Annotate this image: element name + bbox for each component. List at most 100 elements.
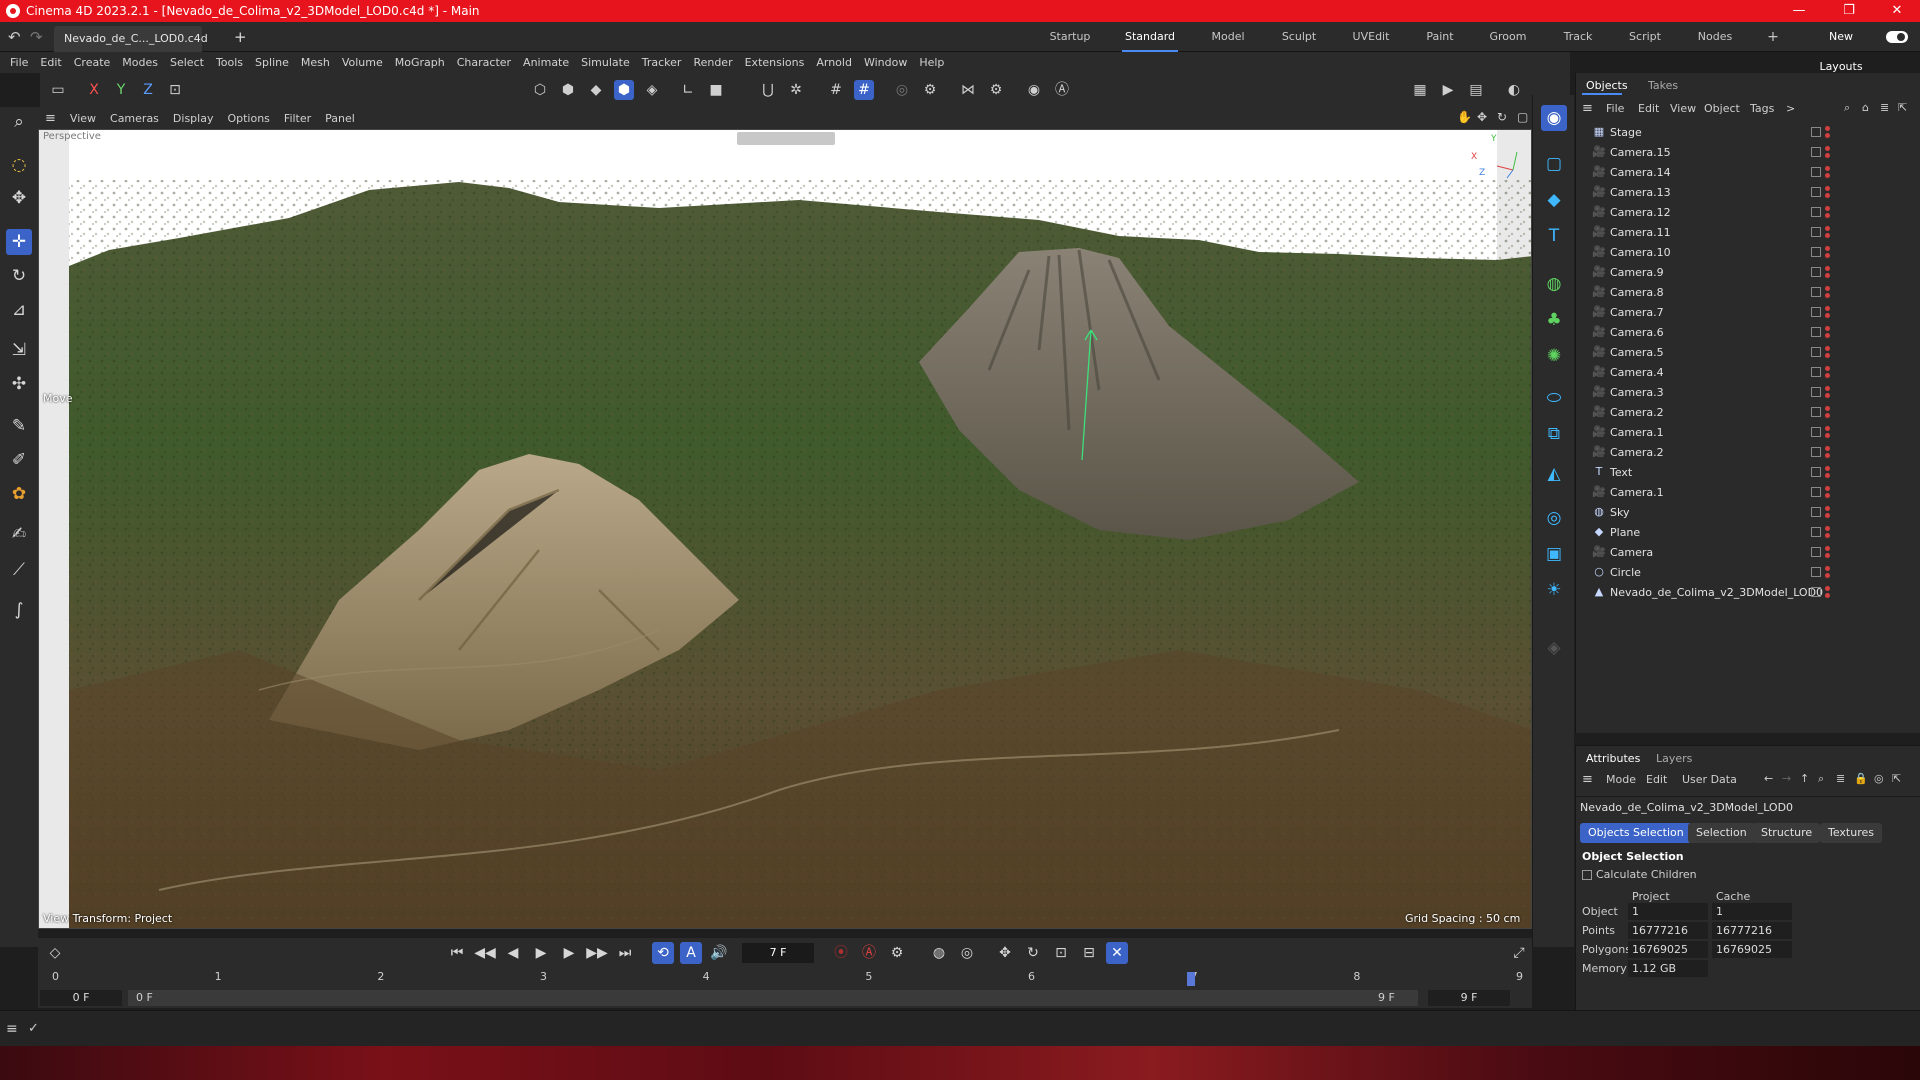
back-arrow-icon[interactable]: ←	[1764, 772, 1773, 785]
solo-mode-icon[interactable]: ■	[706, 80, 726, 100]
scale-key-icon[interactable]: ⊡	[1050, 942, 1072, 964]
objects-expand-icon[interactable]: ⇱	[1898, 101, 1907, 114]
mirror-icon[interactable]: ⋈	[958, 80, 978, 100]
environment-icon[interactable]: ◎	[1541, 505, 1567, 531]
polygons-mode-icon[interactable]: ◆	[586, 80, 606, 100]
field-icon[interactable]: ⧉	[1541, 421, 1567, 447]
render-visibility-dot[interactable]	[1825, 393, 1830, 398]
attributes-menu-edit[interactable]: Edit	[1646, 773, 1667, 786]
menu-character[interactable]: Character	[451, 56, 517, 69]
autokey-icon[interactable]: Ⓐ	[858, 942, 880, 964]
layout-tab-paint[interactable]: Paint	[1418, 22, 1462, 52]
render-visibility-dot[interactable]	[1825, 293, 1830, 298]
render-picture-viewer-icon[interactable]: ▶	[1438, 80, 1458, 100]
layout-toggle[interactable]	[1886, 31, 1908, 43]
go-to-end-icon[interactable]: ⏭	[614, 942, 636, 964]
render-visibility-dot[interactable]	[1825, 233, 1830, 238]
editor-visibility-dot[interactable]	[1825, 266, 1830, 271]
menu-select[interactable]: Select	[164, 56, 210, 69]
layer-toggle-icon[interactable]	[1811, 467, 1821, 477]
scale-tool-icon[interactable]: ⊿	[6, 297, 32, 323]
editor-visibility-dot[interactable]	[1825, 306, 1830, 311]
object-row[interactable]: 🎥 Camera.1	[1576, 423, 1920, 443]
move-tool-icon[interactable]: ✛	[6, 229, 32, 255]
object-row[interactable]: 🎥 Camera.7	[1576, 303, 1920, 323]
effector-icon[interactable]: ✺	[1541, 343, 1567, 369]
layout-tab-standard[interactable]: Standard	[1122, 22, 1178, 52]
objects-menu-tags[interactable]: Tags	[1750, 102, 1774, 115]
layout-tab-sculpt[interactable]: Sculpt	[1274, 22, 1324, 52]
object-row[interactable]: 🎥 Camera	[1576, 543, 1920, 563]
layer-toggle-icon[interactable]	[1811, 487, 1821, 497]
uv-mode-icon[interactable]: ◈	[642, 80, 662, 100]
start-frame-field[interactable]: 0 F	[40, 990, 122, 1006]
3d-viewport[interactable]: Perspective X Y Z Move View Transform: P…	[38, 129, 1532, 929]
objects-selection-tab-button[interactable]: Objects Selection	[1580, 823, 1692, 843]
editor-visibility-dot[interactable]	[1825, 506, 1830, 511]
menu-extensions[interactable]: Extensions	[739, 56, 811, 69]
axis-mode-icon[interactable]: ∟	[678, 80, 698, 100]
lock-x-axis-button[interactable]: X	[84, 80, 104, 100]
camera-name-label[interactable]: Perspective	[43, 131, 101, 142]
layer-toggle-icon[interactable]	[1811, 167, 1821, 177]
spline-pen-icon[interactable]: ✎	[6, 413, 32, 439]
tab-takes[interactable]: Takes	[1648, 73, 1678, 99]
keyframe-selection-icon[interactable]: ◍	[928, 942, 950, 964]
up-arrow-icon[interactable]: ↑	[1800, 772, 1809, 785]
tab-objects[interactable]: Objects	[1586, 73, 1628, 99]
magnet-tool-icon[interactable]: ∫	[6, 597, 32, 623]
objects-menu-view[interactable]: View	[1670, 102, 1696, 115]
object-row[interactable]: ▦ Stage	[1576, 123, 1920, 143]
transform-tool-icon[interactable]: ⇲	[6, 337, 32, 363]
edges-mode-icon[interactable]: ⬢	[558, 80, 578, 100]
menu-modes[interactable]: Modes	[116, 56, 164, 69]
autokey-mode-icon[interactable]: A	[680, 942, 702, 964]
layer-toggle-icon[interactable]	[1811, 347, 1821, 357]
editor-visibility-dot[interactable]	[1825, 526, 1830, 531]
layer-toggle-icon[interactable]	[1811, 207, 1821, 217]
viewport-menu-cameras[interactable]: Cameras	[103, 112, 166, 125]
layer-toggle-icon[interactable]	[1811, 287, 1821, 297]
camera-object-icon[interactable]: ◉	[1541, 105, 1567, 131]
editor-visibility-dot[interactable]	[1825, 246, 1830, 251]
arnold-icon[interactable]: Ⓐ	[1052, 80, 1072, 100]
objects-search-icon[interactable]: ⌕	[1844, 101, 1850, 115]
snap-icon[interactable]: ⋃	[758, 80, 778, 100]
play-icon[interactable]: ▶	[530, 942, 552, 964]
render-visibility-dot[interactable]	[1825, 413, 1830, 418]
material-override-icon[interactable]: ◉	[1024, 80, 1044, 100]
menu-help[interactable]: Help	[913, 56, 950, 69]
render-visibility-dot[interactable]	[1825, 473, 1830, 478]
object-row[interactable]: 🎥 Camera.5	[1576, 343, 1920, 363]
layer-toggle-icon[interactable]	[1811, 387, 1821, 397]
menu-arnold[interactable]: Arnold	[810, 56, 858, 69]
layer-toggle-icon[interactable]	[1811, 307, 1821, 317]
layer-toggle-icon[interactable]	[1811, 527, 1821, 537]
previous-frame-icon[interactable]: ◀	[502, 942, 524, 964]
key-settings-icon[interactable]: ⚙	[886, 942, 908, 964]
menu-edit[interactable]: Edit	[34, 56, 67, 69]
menu-create[interactable]: Create	[68, 56, 117, 69]
next-frame-icon[interactable]: ▶	[558, 942, 580, 964]
object-row[interactable]: ▲ Nevado_de_Colima_v2_3DModel_LOD0	[1576, 583, 1920, 603]
undo-icon[interactable]: ↶	[8, 28, 21, 46]
render-visibility-dot[interactable]	[1825, 253, 1830, 258]
object-row[interactable]: 🎥 Camera.11	[1576, 223, 1920, 243]
add-layout-button[interactable]: +	[1763, 22, 1783, 52]
snap-settings-icon[interactable]: ✲	[786, 80, 806, 100]
object-row[interactable]: 🎥 Camera.6	[1576, 323, 1920, 343]
mirror-settings-icon[interactable]: ⚙	[986, 80, 1006, 100]
end-frame-field[interactable]: 9 F	[1428, 990, 1510, 1006]
hamburger-menu-icon[interactable]: ≡	[38, 111, 63, 126]
editor-visibility-dot[interactable]	[1825, 586, 1830, 591]
selection-tab-button[interactable]: Selection	[1688, 823, 1755, 843]
layer-toggle-icon[interactable]	[1811, 407, 1821, 417]
layer-toggle-icon[interactable]	[1811, 587, 1821, 597]
viewport-menu-options[interactable]: Options	[220, 112, 276, 125]
status-check-icon[interactable]: ✓	[28, 1021, 39, 1036]
object-row[interactable]: 🎥 Camera.10	[1576, 243, 1920, 263]
position-key-icon[interactable]: ✥	[994, 942, 1016, 964]
textures-tab-button[interactable]: Textures	[1820, 823, 1882, 843]
object-row[interactable]: T Text	[1576, 463, 1920, 483]
menu-tracker[interactable]: Tracker	[636, 56, 688, 69]
